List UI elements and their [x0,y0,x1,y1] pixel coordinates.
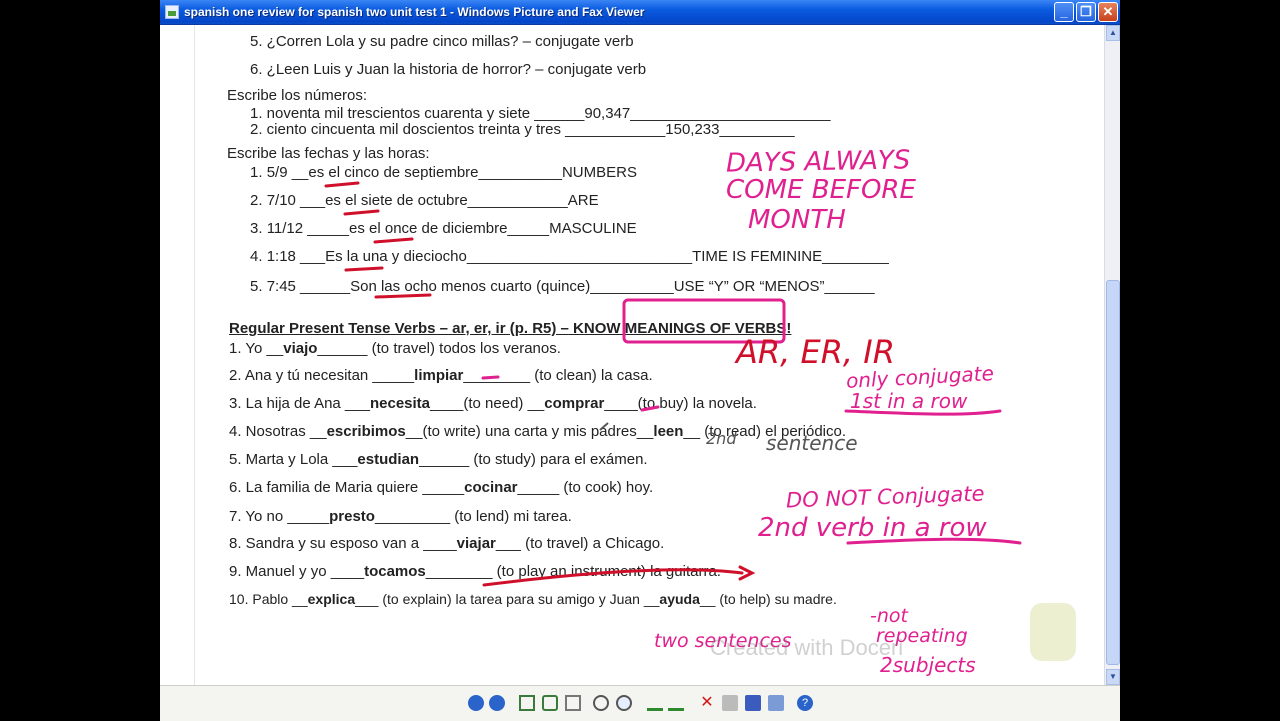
zoom-out-icon[interactable] [616,695,632,711]
rotate-clockwise-icon[interactable] [647,695,663,711]
viewer-toolbar: ✕ ? [160,685,1120,721]
annotation-first-in-row: 1st in a row [850,389,968,413]
print-icon[interactable] [722,695,738,711]
zoom-in-icon[interactable] [593,695,609,711]
rotate-counterclockwise-icon[interactable] [668,695,684,711]
image-view[interactable]: 5. ¿Corren Lola y su padre cinco millas?… [160,25,1104,685]
delete-icon[interactable]: ✕ [699,695,715,711]
pen-strokes [324,181,1022,587]
annotation-sentence: sentence [766,431,858,455]
best-fit-icon[interactable] [519,695,535,711]
annotation-month: MONTH [748,205,846,235]
actual-size-icon[interactable] [542,695,558,711]
red-underlines [324,181,756,587]
annotation-2nd: 2nd [706,429,737,448]
maximize-button[interactable]: ❐ [1076,2,1096,22]
slideshow-icon[interactable] [565,695,581,711]
annotation-not: -not [870,605,908,627]
save-icon[interactable] [745,695,761,711]
doceri-hand-icon [1030,603,1076,661]
annotation-come-before: COME BEFORE [726,175,916,205]
picture-viewer-icon [165,5,179,19]
annotation-days-always: DAYS ALWAYS [725,145,911,179]
title-bar[interactable]: spanish one review for spanish two unit … [160,0,1120,25]
window-title: spanish one review for spanish two unit … [184,5,645,19]
scroll-thumb[interactable] [1106,280,1120,665]
minimize-button[interactable]: _ [1054,2,1074,22]
scroll-up-button[interactable]: ▲ [1106,25,1120,41]
annotation-second-verb: 2nd verb in a row [758,513,987,543]
picture-viewer-window: spanish one review for spanish two unit … [160,0,1120,721]
vertical-scrollbar[interactable]: ▲ ▼ [1104,25,1120,685]
next-image-icon[interactable] [489,695,505,711]
doceri-watermark: Created with Doceri [710,635,904,660]
scroll-down-button[interactable]: ▼ [1106,669,1120,685]
annotation-ar-er-ir: AR, ER, IR [736,333,895,371]
close-button[interactable]: ✕ [1098,2,1118,22]
open-editor-icon[interactable] [768,695,784,711]
help-icon[interactable]: ? [797,695,813,711]
gray-underline [599,422,609,431]
prev-image-icon[interactable] [468,695,484,711]
